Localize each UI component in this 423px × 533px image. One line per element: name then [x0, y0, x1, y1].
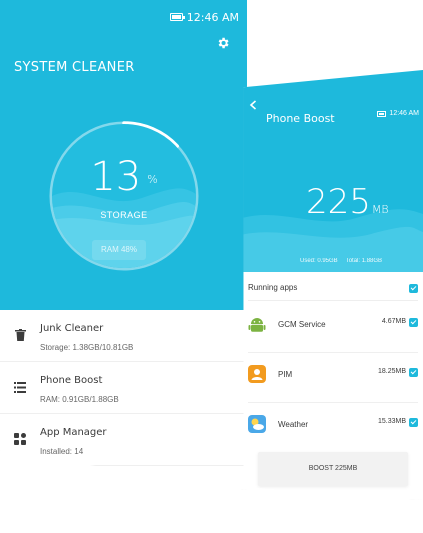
phone-boost-header: Phone Boost 12:46 AM 225MB Used: 0.95GB … — [243, 70, 423, 272]
app-checkbox[interactable] — [409, 418, 418, 427]
stack-icon — [13, 380, 27, 394]
app-checkbox[interactable] — [409, 368, 418, 377]
list-item-subtitle: Storage: 1.38GB/10.81GB — [40, 343, 134, 352]
status-time: 12:46 AM — [186, 10, 239, 24]
running-apps-header: Running apps — [248, 279, 418, 301]
ram-badge[interactable]: RAM 48% — [92, 240, 146, 260]
settings-button[interactable] — [214, 34, 232, 52]
list-item-title: Junk Cleaner — [40, 323, 104, 334]
app-size: 4.67MB — [381, 318, 406, 325]
list-item-phone-boost[interactable]: Phone Boost RAM: 0.91GB/1.88GB — [0, 362, 247, 414]
contacts-icon — [248, 365, 266, 383]
running-apps-label: Running apps — [248, 283, 298, 292]
app-row-pim[interactable]: PIM 18.25MB — [248, 353, 418, 403]
total-memory: Total: 1.88GB — [345, 258, 383, 264]
list-item-title: App Manager — [40, 427, 107, 438]
boost-button[interactable]: BOOST 225MB — [258, 452, 408, 486]
apps-grid-icon — [13, 432, 27, 446]
used-memory: Used: 0.95GB — [300, 258, 338, 264]
android-icon — [248, 318, 266, 332]
weather-icon — [248, 415, 266, 433]
storage-dial: 13% STORAGE RAM 48% — [46, 118, 202, 274]
app-checkbox[interactable] — [409, 318, 418, 327]
tools-list: Junk Cleaner Storage: 1.38GB/10.81GB Pho… — [0, 310, 247, 466]
status-bar: 12:46 AM — [377, 110, 419, 117]
boost-amount-unit: MB — [371, 203, 389, 216]
phone-boost-screen: Phone Boost 12:46 AM 225MB Used: 0.95GB … — [243, 70, 423, 500]
app-size: 15.33MB — [377, 418, 406, 425]
select-all-checkbox[interactable] — [409, 284, 418, 293]
screen-title: Phone Boost — [266, 112, 335, 125]
battery-icon — [169, 13, 185, 21]
boost-amount: 225MB — [306, 182, 389, 222]
storage-percent-unit: % — [147, 172, 158, 186]
battery-icon — [377, 110, 387, 117]
system-cleaner-screen: 12:46 AM SYSTEM CLEANER 13% STORAGE RAM … — [0, 0, 247, 490]
back-button[interactable] — [246, 98, 260, 112]
storage-percent: 13% — [52, 154, 196, 200]
boost-amount-value: 225 — [306, 182, 371, 222]
list-item-subtitle: RAM: 0.91GB/1.88GB — [40, 395, 119, 404]
status-time: 12:46 AM — [389, 110, 419, 117]
wave-graphic — [243, 209, 423, 272]
app-size: 18.25MB — [377, 368, 406, 375]
app-row-gcm-service[interactable]: GCM Service 4.67MB — [248, 303, 418, 353]
storage-percent-value: 13 — [90, 154, 142, 200]
trash-icon — [13, 328, 27, 342]
storage-label: STORAGE — [100, 210, 148, 220]
storage-dial-face: 13% STORAGE RAM 48% — [52, 124, 196, 268]
app-name: Weather — [278, 420, 309, 429]
status-bar: 12:46 AM — [169, 9, 239, 25]
system-cleaner-header: 12:46 AM SYSTEM CLEANER 13% STORAGE RAM … — [0, 0, 247, 310]
memory-usage: Used: 0.95GB Total: 1.88GB — [300, 258, 382, 264]
list-item-junk-cleaner[interactable]: Junk Cleaner Storage: 1.38GB/10.81GB — [0, 310, 247, 362]
list-item-subtitle: Installed: 14 — [40, 447, 84, 456]
list-item-title: Phone Boost — [40, 375, 103, 386]
list-item-app-manager[interactable]: App Manager Installed: 14 — [0, 414, 247, 466]
app-title: SYSTEM CLEANER — [14, 60, 135, 75]
app-row-weather[interactable]: Weather 15.33MB — [248, 403, 418, 453]
gear-icon — [218, 37, 229, 49]
app-name: GCM Service — [278, 320, 326, 329]
app-name: PIM — [278, 370, 293, 379]
chevron-left-icon — [249, 100, 257, 110]
